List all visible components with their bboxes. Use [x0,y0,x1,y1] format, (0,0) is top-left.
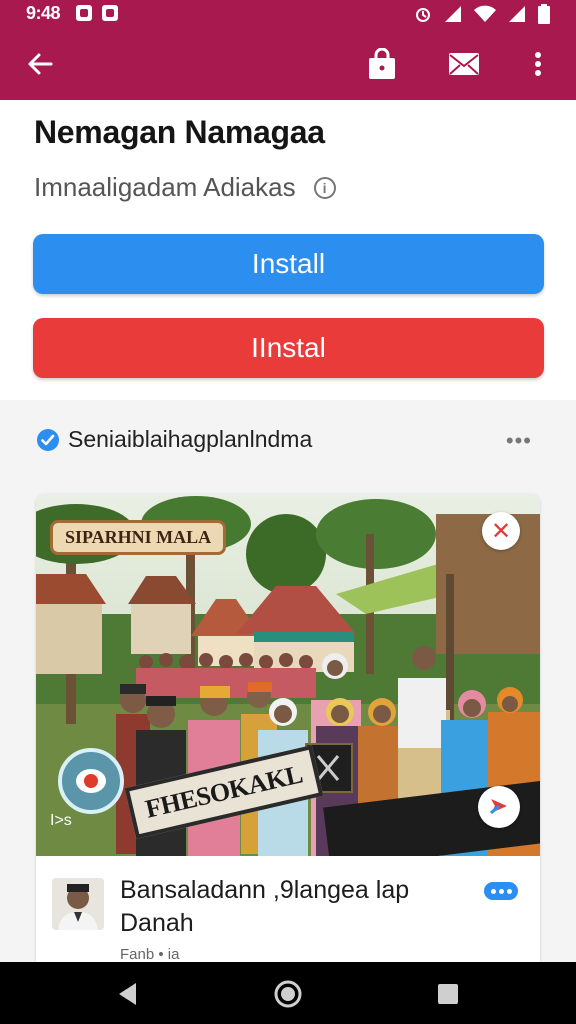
nav-back-button[interactable] [108,974,148,1014]
signal-icon [445,6,461,22]
app-title: Nemagan Namagaa [34,114,325,150]
post-details: Bansaladann ,9langea lap Danah Fanb • ia [36,856,540,962]
circle-home-icon [274,980,302,1008]
square-recents-icon [438,984,458,1004]
photo-sign: SIPARHNI MALA [50,520,227,555]
more-horiz-icon[interactable]: ••• [506,428,532,454]
wifi-icon [474,5,496,22]
post-title[interactable]: Bansaladann ,9langea lap Danah [120,874,460,940]
shopping-bag-icon [369,48,395,79]
avatar[interactable] [52,878,104,930]
developer-name[interactable]: Imnaaligadam Adiakas [34,172,296,203]
navigation-bar [0,962,576,1024]
developer-line: Imnaaligadam Adiakas i [34,172,336,203]
feed: Seniaiblaihagplanlndma ••• SIPARHNI MALA… [0,400,576,962]
person-avatar-icon [52,878,104,930]
account-name[interactable]: Seniaiblaihagplanlndma [68,426,312,453]
signal-icon [509,6,525,22]
triangle-back-icon [119,983,136,1005]
chat-bubble-icon[interactable] [484,882,518,900]
post-photo[interactable]: SIPARHNI MALA FHESOKAKL ✕ I>s [36,494,540,856]
share-arrow-icon [490,799,507,815]
record-button[interactable] [58,748,124,814]
record-icon [76,769,106,793]
status-time: 9:48 [26,3,61,23]
battery-icon [538,4,550,24]
arrow-left-icon [28,53,53,75]
shop-button[interactable] [358,40,406,88]
verified-icon [37,428,59,451]
alarm-icon [416,8,430,22]
more-vert-icon [535,52,541,76]
post-card[interactable]: SIPARHNI MALA FHESOKAKL ✕ I>s Bansaladan… [36,494,540,962]
feed-header: Seniaiblaihagplanlndma [36,426,312,453]
nav-recents-button[interactable] [428,974,468,1014]
mail-icon [449,53,479,75]
back-button[interactable] [16,40,64,88]
more-options-button[interactable] [514,40,562,88]
notification-icon [102,5,118,21]
install-secondary-button[interactable]: IInstal [33,318,544,378]
close-button[interactable]: ✕ [482,512,520,550]
photo-caption: I>s [50,812,72,829]
share-button[interactable] [478,786,520,828]
mail-button[interactable] [440,40,488,88]
info-icon[interactable]: i [313,176,336,199]
notification-icon [76,5,92,21]
status-bar: 9:48 [0,0,576,28]
app-bar [0,28,576,100]
post-meta: Fanb • ia [120,946,180,962]
install-button[interactable]: Install [33,234,544,294]
nav-home-button[interactable] [268,974,308,1014]
